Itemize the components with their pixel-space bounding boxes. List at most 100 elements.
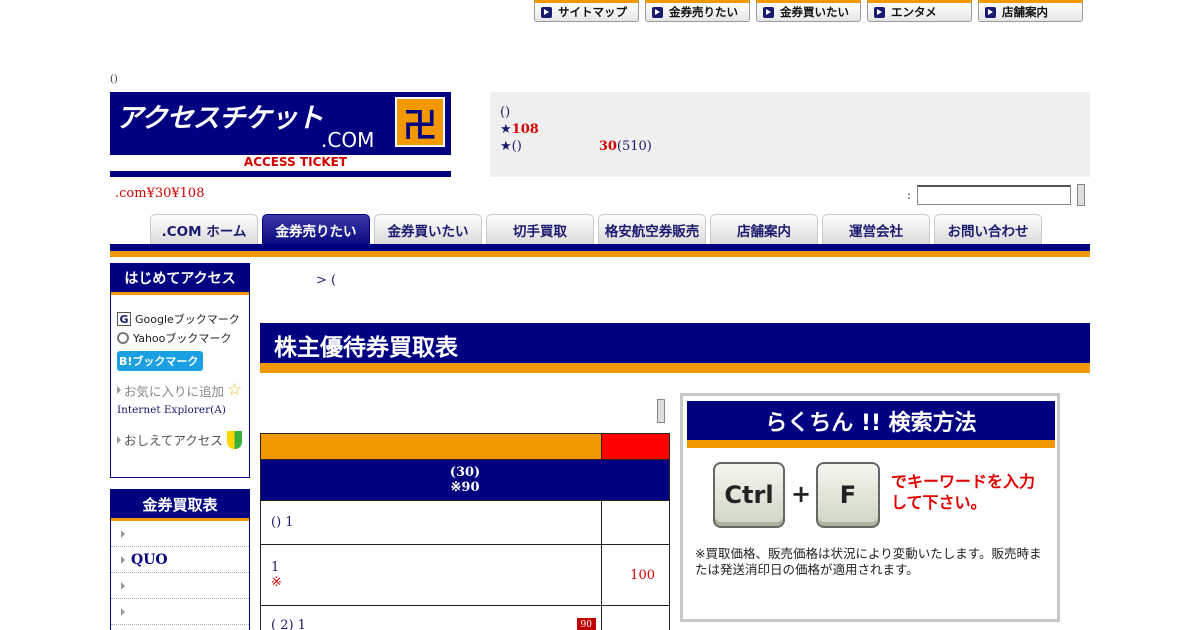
table-cell-price — [601, 500, 670, 545]
nav-tab-home[interactable]: .COM ホーム — [150, 214, 258, 244]
yahoo-bookmark-label: Yahooブックマーク — [133, 332, 232, 345]
yahoo-bookmark-link[interactable]: Yahooブックマーク — [117, 330, 249, 346]
star-icon: ★ — [500, 122, 512, 137]
table-cell-name: ( 2) 1 90 — [260, 605, 602, 630]
nav-stripe — [110, 244, 1090, 257]
sidebar-kaitori-item[interactable] — [111, 625, 249, 630]
arrow-right-icon — [763, 6, 774, 18]
site-logo[interactable]: アクセスチケット .COM 卍 ACCESS TICKET — [110, 92, 451, 177]
page-title-bar: 株主優待券買取表 — [260, 323, 1090, 373]
table-cell-name: () 1 — [260, 500, 602, 545]
google-icon: G — [117, 312, 131, 326]
search-guide-panel: らくちん !! 検索方法 Ctrl + F でキーワードを入力して下さい。 ※買… — [680, 393, 1060, 622]
topnav-label: 金券売りたい — [669, 5, 738, 19]
oshiete-link[interactable]: おしえてアクセス — [117, 430, 249, 449]
table-row[interactable]: ( 2) 1 90 — [260, 605, 670, 630]
nav-tab-stores[interactable]: 店舗案内 — [710, 214, 818, 244]
nav-tab-buy[interactable]: 金券買いたい — [374, 214, 482, 244]
logo-emblem-icon: 卍 — [395, 97, 445, 147]
table-cell-price: 100 — [601, 544, 670, 606]
search-guide-instruction: でキーワードを入力して下さい。 — [891, 472, 1036, 512]
promo-text: .com¥30¥108 — [115, 186, 205, 201]
mini-button[interactable] — [657, 399, 665, 423]
triangle-icon — [117, 386, 121, 394]
hatena-bookmark-button[interactable]: B!ブックマーク — [117, 351, 203, 371]
triangle-icon — [121, 581, 125, 590]
triangle-icon — [121, 529, 125, 538]
site-search: : — [907, 184, 1086, 206]
add-favorite-label: お気に入りに追加 — [124, 383, 225, 399]
star-icon: ☆ — [227, 380, 243, 400]
topnav-label: サイトマップ — [558, 5, 627, 19]
triangle-icon — [117, 435, 121, 444]
paren-mark: () — [110, 74, 118, 85]
table-subheader-line1: (30) — [449, 465, 481, 480]
arrow-right-icon — [652, 6, 663, 18]
main-nav: .COM ホーム 金券売りたい 金券買いたい 切手買取 格安航空券販売 店舗案内… — [150, 214, 1042, 244]
f-key-icon: F — [816, 462, 880, 528]
table-cell-note: ※ — [271, 575, 282, 590]
topnav-label: 金券買いたい — [780, 5, 849, 19]
table-cell-name-text: ( 2) 1 — [271, 618, 306, 630]
info-line-2: ★108 — [500, 121, 1080, 138]
table-header-row — [260, 433, 670, 460]
topnav-sell-button[interactable]: 金券売りたい — [645, 0, 750, 22]
google-bookmark-label: Googleブックマーク — [135, 313, 240, 326]
table-row[interactable]: 1 ※ 100 — [260, 544, 670, 606]
sidebar-hajimete-title: はじめてアクセス — [111, 264, 249, 292]
triangle-icon — [121, 555, 125, 564]
table-cell-name: 1 ※ — [260, 544, 602, 606]
table-header-row: (30) ※90 — [260, 459, 670, 501]
search-guide-title: らくちん !! 検索方法 — [765, 411, 977, 436]
plus-sign: + — [791, 480, 812, 508]
sidebar-kaitori-item-quo[interactable]: QUO — [111, 547, 249, 573]
topnav-sitemap-button[interactable]: サイトマップ — [534, 0, 639, 22]
logo-sub-text: ACCESS TICKET — [243, 155, 348, 169]
info-box: () ★108 ★() 30 (510) — [490, 92, 1090, 177]
table-subheader: (30) ※90 — [260, 459, 670, 501]
nav-tab-company[interactable]: 運営会社 — [822, 214, 930, 244]
logo-com-text: .COM — [321, 128, 375, 152]
sidebar-kaitori-item[interactable] — [111, 599, 249, 625]
table-row[interactable]: () 1 — [260, 500, 670, 545]
price-table: (30) ※90 () 1 1 ※ 100 ( 2) 1 90 — [260, 433, 670, 630]
sidebar-kaitori-label: QUO — [131, 551, 168, 568]
sidebar-kaitori-item[interactable] — [111, 573, 249, 599]
topnav-buy-button[interactable]: 金券買いたい — [756, 0, 861, 22]
sidebar-kaitori-item[interactable] — [111, 521, 249, 547]
table-cell-name-text: 1 — [271, 560, 280, 575]
nav-tab-airfare[interactable]: 格安航空券販売 — [598, 214, 706, 244]
beginner-leaf-icon — [226, 430, 242, 449]
logo-main-text: アクセスチケット — [116, 103, 324, 134]
info-line-3: ★() 30 (510) — [500, 138, 1080, 155]
topnav-stores-button[interactable]: 店舗案内 — [978, 0, 1083, 22]
arrow-right-icon — [985, 6, 996, 18]
page-title: 株主優待券買取表 — [274, 335, 458, 361]
info-highlight: 108 — [511, 122, 539, 137]
table-header-cell — [260, 433, 602, 460]
topnav-entame-button[interactable]: エンタメ — [867, 0, 972, 22]
info-line3-rest: (510) — [616, 139, 652, 154]
arrow-right-icon — [874, 6, 885, 18]
info-highlight: 30 — [598, 139, 617, 154]
breadcrumb[interactable]: > ( — [316, 273, 336, 288]
ctrl-key-icon: Ctrl — [713, 462, 785, 528]
nav-tab-stamps[interactable]: 切手買取 — [486, 214, 594, 244]
search-input[interactable] — [917, 185, 1072, 205]
search-guide-note: ※買取価格、販売価格は状況により変動いたします。販売時または発送消印日の価格が適… — [695, 546, 1042, 577]
add-favorite-link[interactable]: お気に入りに追加 ☆ — [117, 380, 249, 400]
ie-note: Internet Explorer(A) — [117, 404, 226, 416]
search-button[interactable] — [1077, 184, 1086, 206]
nav-tab-sell[interactable]: 金券売りたい — [262, 214, 370, 244]
nav-tab-contact[interactable]: お問い合わせ — [934, 214, 1042, 244]
table-header-cell — [601, 433, 670, 460]
topnav-label: 店舗案内 — [1002, 5, 1048, 19]
top-utility-nav: サイトマップ 金券売りたい 金券買いたい エンタメ 店舗案内 — [534, 0, 1083, 22]
divider — [111, 292, 249, 295]
google-bookmark-link[interactable]: G Googleブックマーク — [117, 311, 249, 327]
logo-emblem-glyph: 卍 — [403, 105, 437, 146]
sidebar-kaitori-title: 金券買取表 — [111, 490, 249, 518]
arrow-right-icon — [541, 6, 552, 18]
sidebar-kaitori: 金券買取表 QUO — [110, 489, 250, 630]
table-cell-price — [601, 605, 670, 630]
